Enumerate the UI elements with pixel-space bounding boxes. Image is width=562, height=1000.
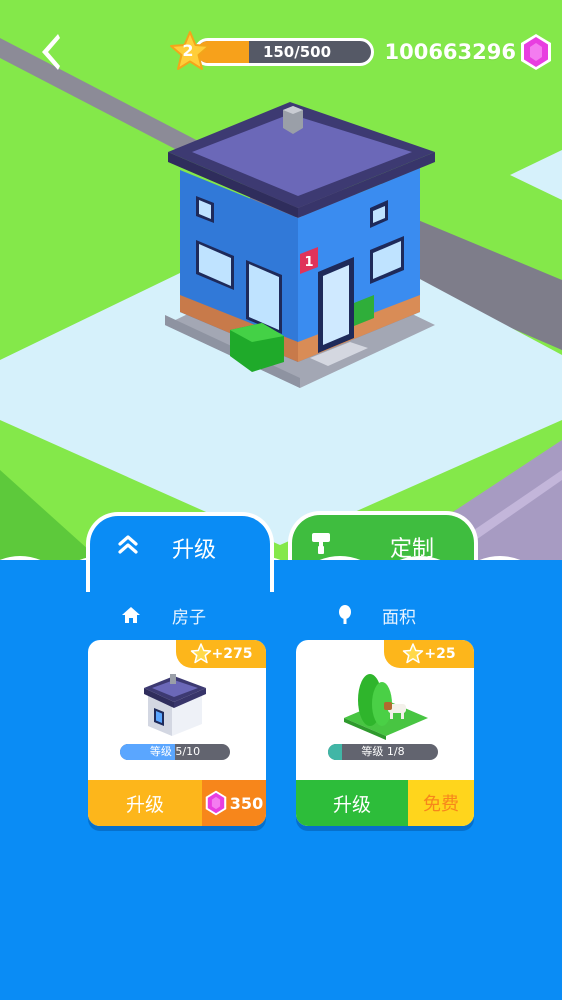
house-building[interactable]: 1	[150, 90, 450, 390]
section-area-header: 面积	[336, 603, 416, 628]
star-icon	[403, 643, 424, 664]
house-upgrade-label: 升级	[88, 780, 202, 826]
section-house-header: 房子	[120, 603, 206, 628]
top-bar: 150/500 2 100663296	[0, 0, 562, 100]
house-thumbnail-icon	[144, 674, 206, 736]
home-icon	[122, 607, 140, 623]
house-level-text: 等级 5/10	[149, 745, 201, 758]
house-number-label: 1	[304, 255, 313, 270]
gem-icon	[205, 790, 227, 816]
area-upgrade-card[interactable]: +25 等级 1/8 升级 免费	[296, 640, 474, 826]
yard-thumbnail-icon	[344, 674, 428, 740]
area-upgrade-button[interactable]: 升级 免费	[296, 780, 474, 826]
house-bonus-value: +275	[211, 646, 253, 662]
house-upgrade-card[interactable]: +275 等级 5/10 升级 350	[88, 640, 266, 826]
tab-upgrade-label: 升级	[172, 538, 217, 563]
player-level: 2	[182, 41, 194, 60]
back-arrow-icon[interactable]	[30, 30, 74, 74]
xp-progress-bar: 150/500	[194, 38, 374, 66]
section-house-title: 房子	[172, 607, 206, 628]
area-upgrade-price: 免费	[408, 780, 474, 826]
xp-progress-text: 150/500	[262, 43, 332, 61]
house-level-bar: 等级 5/10	[120, 744, 230, 760]
house-upgrade-price: 350	[202, 780, 266, 826]
star-icon	[190, 643, 211, 664]
area-upgrade-label: 升级	[296, 780, 408, 826]
tree-icon	[339, 605, 351, 624]
level-progress: 150/500 2	[168, 30, 378, 74]
gem-icon	[521, 34, 551, 70]
area-bonus-value: +25	[424, 646, 456, 662]
house-star-bonus: +275	[176, 640, 266, 668]
upgrade-panel	[0, 560, 562, 1000]
area-level-bar: 等级 1/8	[328, 744, 438, 760]
section-area-title: 面积	[382, 607, 416, 628]
tab-upgrade[interactable]: 升级	[86, 512, 274, 592]
gem-counter: 100663296	[384, 30, 552, 74]
house-price-value: 350	[229, 793, 264, 813]
house-upgrade-button[interactable]: 升级 350	[88, 780, 266, 826]
double-chevron-up-icon	[116, 532, 152, 562]
gem-count: 100663296	[384, 40, 516, 64]
area-level-text: 等级 1/8	[361, 745, 405, 758]
